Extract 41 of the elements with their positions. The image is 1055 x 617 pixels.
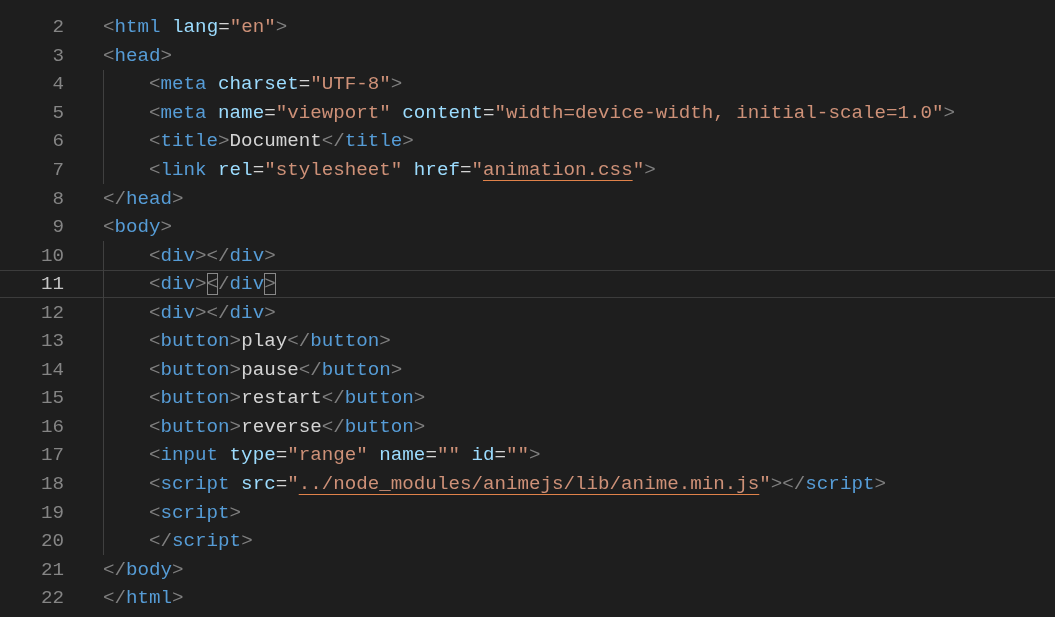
code-line: <script src="../node_modules/animejs/lib/anime.min.js"></script>	[149, 473, 886, 495]
line-number: 14	[39, 358, 64, 381]
code-line: </html>	[103, 587, 184, 610]
line-number: 18	[39, 473, 64, 495]
line-number: 21	[39, 558, 64, 581]
code-line: <button>play</button>	[149, 330, 391, 353]
line-number: 16	[39, 415, 64, 438]
line-number: 17	[39, 444, 64, 467]
line-number: 22	[39, 587, 64, 610]
code-line: <div></div>	[149, 301, 276, 324]
line-number: 20	[39, 530, 64, 553]
code-line: <html lang="en">	[103, 16, 288, 39]
line-number: 9	[51, 216, 64, 239]
line-number: 7	[51, 159, 64, 181]
line-number: 2	[51, 16, 64, 39]
code-line: </head>	[103, 187, 184, 210]
line-number: 8	[51, 187, 64, 210]
code-line: <script>	[149, 501, 242, 524]
line-number: 4	[51, 73, 64, 96]
code-line: </body>	[103, 558, 184, 581]
code-line: <link rel="stylesheet" href="animation.css">	[149, 159, 656, 181]
code-line: <head>	[103, 44, 173, 67]
line-number: 13	[39, 330, 64, 353]
line-number: 3	[51, 44, 64, 67]
line-number: 6	[51, 130, 64, 153]
line-number: 11	[39, 273, 64, 296]
code-line: <title>Document</title>	[149, 130, 414, 153]
line-number: 10	[39, 244, 64, 267]
code-line: <body>	[103, 216, 173, 239]
code-line: <button>restart</button>	[149, 387, 426, 410]
line-number: 15	[39, 387, 64, 410]
line-number: 12	[39, 301, 64, 324]
code-line: <meta name="viewport" content="width=device-width, initial-scale=1.0">	[149, 101, 956, 124]
code-line: <input type="range" name="" id="">	[149, 444, 541, 467]
line-number: 19	[39, 501, 64, 524]
code-line: <meta charset="UTF-8">	[149, 73, 403, 96]
code-line: </script>	[149, 530, 253, 553]
line-number: 5	[51, 101, 64, 124]
code-line: <button>reverse</button>	[149, 415, 426, 438]
code-line: <button>pause</button>	[149, 358, 403, 381]
code-line: <div></div>	[149, 244, 276, 267]
